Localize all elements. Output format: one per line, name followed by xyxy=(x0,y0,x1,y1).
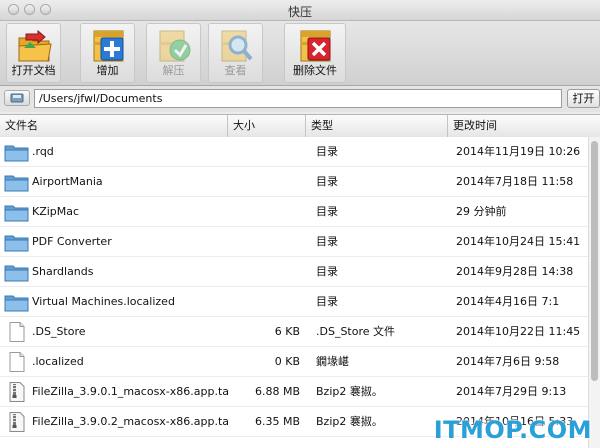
window-title: 快压 xyxy=(287,5,312,19)
file-modified: 2014年10月22日 11:45 xyxy=(456,325,581,338)
view-label: 查看 xyxy=(224,64,247,77)
toolbar: 打开文档 增加 解压 查看 删除文件 xyxy=(0,21,600,86)
file-row[interactable]: .localized 0 KB 鐗堟嵁 2014年7月6日 9:58 xyxy=(0,347,588,377)
open-document-button[interactable]: 打开文档 xyxy=(6,23,61,83)
extract-button[interactable]: 解压 xyxy=(146,23,201,83)
delete-file-label: 删除文件 xyxy=(293,64,337,77)
file-size xyxy=(228,287,300,317)
file-size xyxy=(228,257,300,287)
file-name: AirportMania xyxy=(32,175,103,188)
file-size xyxy=(228,137,300,167)
file-list: .rqd 目录 2014年11月19日 10:26 AirportMania 目录 201… xyxy=(0,137,588,448)
vertical-scrollbar[interactable] xyxy=(588,137,600,448)
disk-icon xyxy=(10,93,24,103)
extract-label: 解压 xyxy=(162,64,185,77)
title-bar: 快压 xyxy=(0,0,600,21)
file-modified: 2014年10月24日 15:41 xyxy=(456,235,581,248)
delete-file-button[interactable]: 删除文件 xyxy=(284,23,346,83)
file-list-header: 文件名 大小 类型 更改时间 xyxy=(0,114,600,138)
watermark: ITMOP.COM xyxy=(433,416,592,444)
file-modified: 2014年4月16日 7:1 xyxy=(456,295,560,308)
file-modified: 2014年7月6日 9:58 xyxy=(456,355,560,368)
file-type: 目录 xyxy=(316,205,338,218)
extract-icon xyxy=(159,30,191,62)
file-type: .DS_Store 文件 xyxy=(316,325,396,338)
open-folder-icon xyxy=(18,29,52,62)
file-name: .rqd xyxy=(32,145,54,158)
add-button[interactable]: 增加 xyxy=(80,23,135,83)
column-header-size[interactable]: 大小 xyxy=(228,115,306,137)
file-modified: 2014年11月19日 10:26 xyxy=(456,145,581,158)
file-size: 0 KB xyxy=(274,355,300,368)
file-size xyxy=(228,197,300,227)
file-type: 目录 xyxy=(316,235,338,248)
file-row[interactable]: FileZilla_3.9.0.1_macosx-x86.app.tar.bz2… xyxy=(0,377,588,407)
file-modified: 29 分钟前 xyxy=(456,205,507,218)
path-history-button[interactable] xyxy=(4,90,30,106)
file-name: Virtual Machines.localized xyxy=(32,295,175,308)
file-name: Shardlands xyxy=(32,265,94,278)
view-magnifier-icon xyxy=(221,30,253,62)
file-modified: 2014年7月18日 11:58 xyxy=(456,175,574,188)
view-button[interactable]: 查看 xyxy=(208,23,263,83)
file-row[interactable]: KZipMac 目录 29 分钟前 xyxy=(0,197,588,227)
column-header-type[interactable]: 类型 xyxy=(306,115,448,137)
path-input[interactable] xyxy=(34,89,562,108)
column-header-modified[interactable]: 更改时间 xyxy=(448,115,600,137)
file-row[interactable]: .rqd 目录 2014年11月19日 10:26 xyxy=(0,137,588,167)
file-type: 目录 xyxy=(316,175,338,188)
file-row[interactable]: Virtual Machines.localized 目录 2014年4月16日 7… xyxy=(0,287,588,317)
file-type: Bzip2 褰掓。 xyxy=(316,385,383,398)
file-name: .DS_Store xyxy=(32,325,86,338)
file-name: FileZilla_3.9.0.1_macosx-x86.app.tar.bz2 xyxy=(32,385,228,398)
add-icon xyxy=(93,30,124,62)
column-header-name[interactable]: 文件名 xyxy=(0,115,228,137)
path-bar: 打开 xyxy=(0,86,600,112)
file-size: 6.88 MB xyxy=(254,385,300,398)
file-modified: 2014年7月29日 9:13 xyxy=(456,385,567,398)
add-label: 增加 xyxy=(96,64,119,77)
file-size: 6 KB xyxy=(274,325,300,338)
file-type: 目录 xyxy=(316,295,338,308)
open-document-label: 打开文档 xyxy=(11,64,56,77)
file-size xyxy=(228,227,300,257)
file-row[interactable]: PDF Converter 目录 2014年10月24日 15:41 xyxy=(0,227,588,257)
file-row[interactable]: .DS_Store 6 KB .DS_Store 文件 2014年10月22日 11:… xyxy=(0,317,588,347)
file-type: 目录 xyxy=(316,265,338,278)
open-path-button[interactable]: 打开 xyxy=(567,89,600,108)
file-modified: 2014年9月28日 14:38 xyxy=(456,265,574,278)
file-type: Bzip2 褰掓。 xyxy=(316,415,383,428)
file-row[interactable]: Shardlands 目录 2014年9月28日 14:38 xyxy=(0,257,588,287)
scrollbar-thumb[interactable] xyxy=(591,141,598,381)
file-name: .localized xyxy=(32,355,84,368)
delete-icon xyxy=(300,30,331,62)
file-type: 鐗堟嵁 xyxy=(316,355,349,368)
file-name: KZipMac xyxy=(32,205,80,218)
file-type: 目录 xyxy=(316,145,338,158)
file-name: PDF Converter xyxy=(32,235,112,248)
file-name: FileZilla_3.9.0.2_macosx-x86.app.tar.bz2 xyxy=(32,415,228,428)
file-size: 6.35 MB xyxy=(254,415,300,428)
file-size xyxy=(228,167,300,197)
file-row[interactable]: AirportMania 目录 2014年7月18日 11:58 xyxy=(0,167,588,197)
